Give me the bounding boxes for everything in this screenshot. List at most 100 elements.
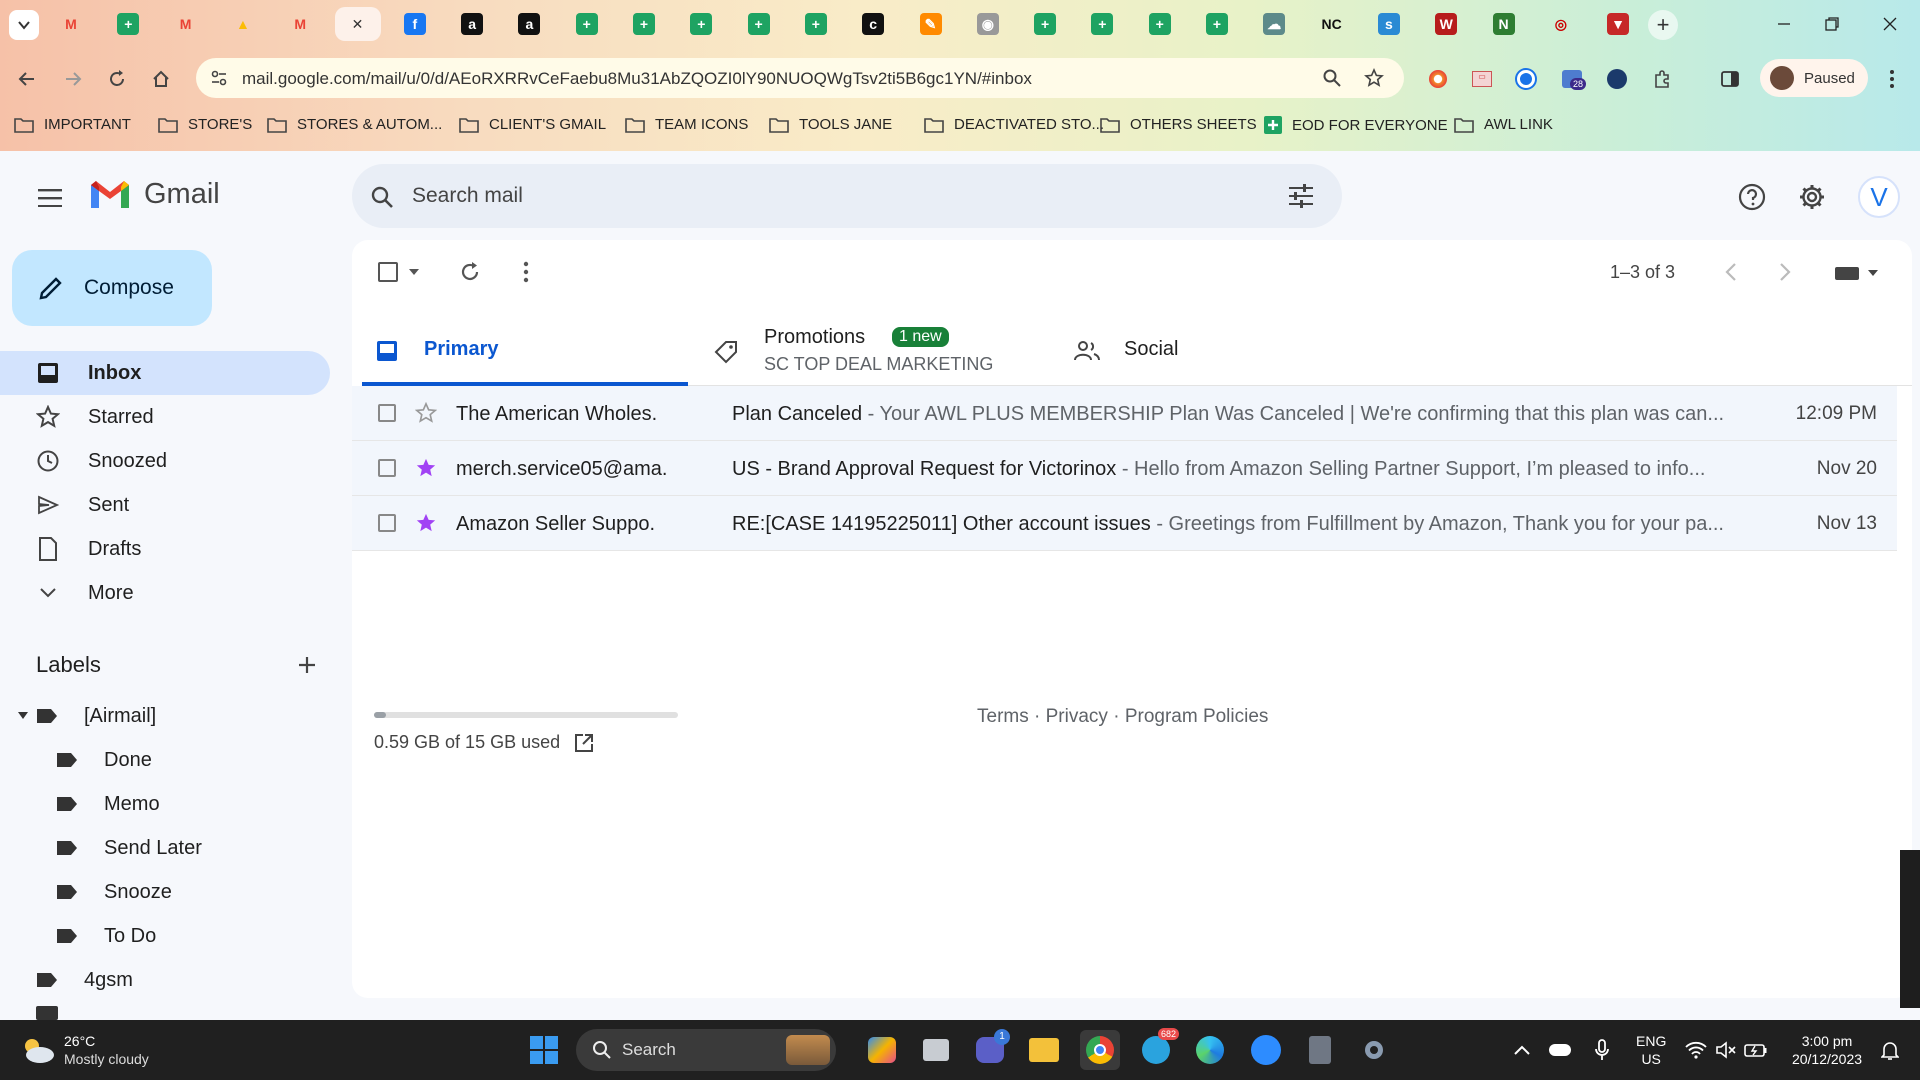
browser-tab[interactable]: + [1022, 7, 1068, 41]
onedrive-icon[interactable] [1540, 1030, 1580, 1070]
browser-tab[interactable]: NC [1309, 7, 1355, 41]
restore-button[interactable] [1810, 8, 1854, 40]
browser-tab[interactable]: s [1366, 7, 1412, 41]
browser-tab[interactable]: + [564, 7, 610, 41]
email-row[interactable]: Amazon Seller Suppo. RE:[CASE 14195225011… [352, 496, 1897, 551]
sidebar-item-starred[interactable]: Starred [0, 395, 330, 439]
taskbar-app-settings[interactable] [1354, 1030, 1394, 1070]
chevron-left-icon[interactable] [1724, 262, 1738, 282]
create-label-button[interactable] [292, 650, 322, 680]
address-bar[interactable]: mail.google.com/mail/u/0/d/AEoRXRRvCeFae… [196, 58, 1404, 98]
caret-down-icon[interactable] [408, 268, 420, 276]
extension-image-icon[interactable]: ▭ [1468, 65, 1496, 93]
gmail-logo[interactable]: Gmail [88, 177, 220, 211]
extension-puzzle-blue-icon[interactable] [1512, 65, 1540, 93]
reload-button[interactable] [102, 64, 132, 94]
side-panel-icon[interactable] [1716, 65, 1744, 93]
browser-tab[interactable]: a [449, 7, 495, 41]
browser-tab[interactable]: + [105, 7, 151, 41]
browser-tab[interactable]: M [163, 7, 209, 41]
browser-tab[interactable]: M [277, 7, 323, 41]
taskbar-app-file-explorer[interactable] [1024, 1030, 1064, 1070]
microphone-icon[interactable] [1582, 1030, 1622, 1070]
language-indicator[interactable]: ENG US [1636, 1032, 1666, 1068]
bookmark-star-icon[interactable] [1364, 68, 1384, 88]
privacy-link[interactable]: Privacy [1046, 706, 1108, 727]
back-button[interactable] [12, 64, 42, 94]
new-tab-button[interactable]: + [1648, 10, 1678, 40]
tab-search-button[interactable] [9, 10, 39, 40]
minimize-button[interactable] [1762, 8, 1806, 40]
weather-widget[interactable]: 26°C Mostly cloudy [20, 1032, 149, 1068]
browser-tab[interactable]: c [850, 7, 896, 41]
taskbar-app-chrome[interactable] [1080, 1030, 1120, 1070]
taskbar-app-task-view[interactable] [916, 1030, 956, 1070]
close-window-button[interactable] [1868, 8, 1912, 40]
taskbar-app-copilot[interactable] [862, 1030, 902, 1070]
forward-button[interactable] [58, 64, 88, 94]
browser-tab[interactable]: + [736, 7, 782, 41]
bookmark-item[interactable]: OTHERS SHEETS [1100, 116, 1257, 133]
label-item[interactable]: Snooze [56, 872, 172, 912]
label-item[interactable]: Memo [56, 784, 160, 824]
browser-tab[interactable]: N [1481, 7, 1527, 41]
tab-social[interactable]: Social [1074, 316, 1274, 386]
browser-tab[interactable]: ◉ [965, 7, 1011, 41]
browser-tab[interactable]: f [392, 7, 438, 41]
browser-menu-button[interactable] [1878, 65, 1906, 93]
browser-tab[interactable]: a [506, 7, 552, 41]
email-row[interactable]: merch.service05@ama. US - Brand Approval … [352, 441, 1897, 496]
program-policies-link[interactable]: Program Policies [1125, 706, 1269, 727]
search-icon[interactable] [370, 185, 394, 209]
bookmark-item[interactable]: STORES & AUTOM... [267, 116, 442, 133]
select-all-checkbox[interactable] [378, 262, 398, 282]
label-item[interactable]: Done [56, 740, 152, 780]
label-partial[interactable] [36, 1006, 88, 1020]
terms-link[interactable]: Terms [977, 706, 1029, 727]
label-item[interactable]: [Airmail] [18, 696, 156, 736]
battery-icon[interactable] [1736, 1030, 1776, 1070]
bookmark-item[interactable]: STORE'S [158, 116, 252, 133]
browser-tab[interactable]: M [48, 7, 94, 41]
search-options-icon[interactable] [1288, 184, 1314, 208]
browser-tab[interactable]: + [1079, 7, 1125, 41]
caret-down-icon[interactable] [18, 712, 28, 720]
bookmark-item[interactable]: TEAM ICONS [625, 116, 748, 133]
star-filled-icon[interactable] [414, 456, 438, 480]
browser-tab[interactable]: ✎ [908, 7, 954, 41]
extensions-puzzle-icon[interactable] [1648, 65, 1676, 93]
help-button[interactable] [1732, 177, 1772, 217]
label-item[interactable]: 4gsm [18, 960, 133, 1000]
input-tools-button[interactable] [1834, 262, 1882, 284]
extension-grid-icon[interactable] [1603, 65, 1631, 93]
close-tab-icon[interactable]: ✕ [352, 16, 364, 33]
extension-color-icon[interactable] [1424, 65, 1452, 93]
search-bar[interactable]: Search mail [352, 164, 1342, 228]
browser-tab[interactable]: ✕ [334, 7, 381, 41]
tab-primary[interactable]: Primary [362, 316, 688, 386]
sidebar-item-inbox[interactable]: Inbox [0, 351, 330, 395]
home-button[interactable] [146, 64, 176, 94]
bookmark-item[interactable]: CLIENT'S GMAIL [459, 116, 606, 133]
search-input[interactable]: Search mail [412, 184, 523, 208]
bookmark-item[interactable]: TOOLS JANE [769, 116, 892, 133]
row-checkbox[interactable] [378, 514, 396, 532]
sidebar-item-sent[interactable]: Sent [0, 483, 330, 527]
main-menu-button[interactable] [30, 178, 70, 218]
browser-tab[interactable]: ▲ [220, 7, 266, 41]
row-checkbox[interactable] [378, 459, 396, 477]
extension-calendar-icon[interactable]: 28 [1558, 65, 1587, 93]
profile-button[interactable]: Paused [1760, 59, 1868, 97]
star-icon[interactable] [414, 401, 438, 425]
chevron-right-icon[interactable] [1778, 262, 1792, 282]
notifications-bell-icon[interactable] [1870, 1030, 1910, 1070]
zoom-icon[interactable] [1322, 68, 1342, 88]
refresh-icon[interactable] [458, 260, 482, 284]
clock[interactable]: 3:00 pm 20/12/2023 [1782, 1032, 1872, 1068]
label-item[interactable]: To Do [56, 916, 156, 956]
show-hidden-icons[interactable] [1502, 1030, 1542, 1070]
email-row[interactable]: The American Wholes. Plan Canceled - Your… [352, 386, 1897, 441]
browser-tab[interactable]: + [621, 7, 667, 41]
sidebar-item-snoozed[interactable]: Snoozed [0, 439, 330, 483]
bookmark-item[interactable]: IMPORTANT [14, 116, 131, 133]
